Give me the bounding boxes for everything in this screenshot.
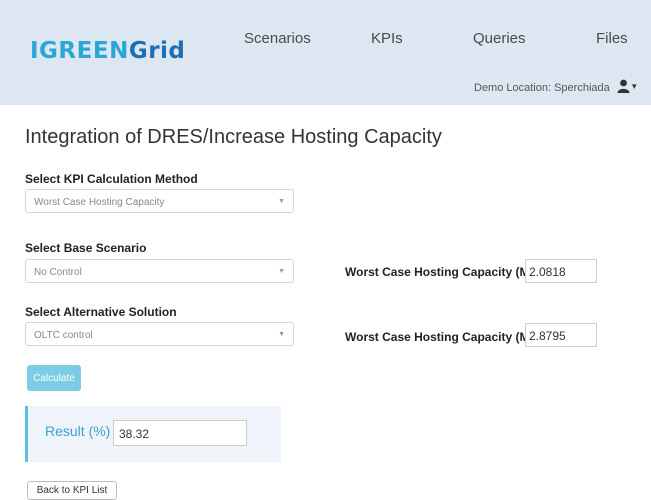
kpi-method-value: Worst Case Hosting Capacity <box>34 197 165 208</box>
chevron-down-icon: ▼ <box>278 331 285 338</box>
chevron-down-icon: ▼ <box>278 198 285 205</box>
igreengrid-logo[interactable]: IGREENGrid <box>30 36 185 66</box>
base-scenario-value: No Control <box>34 267 82 278</box>
nav-queries[interactable]: Queries <box>473 30 526 47</box>
nav-files[interactable]: Files <box>596 30 628 47</box>
base-scenario-label: Select Base Scenario <box>25 241 147 255</box>
alternative-solution-select[interactable]: OLTC control ▼ <box>25 322 294 346</box>
base-hosting-capacity-label: Worst Case Hosting Capacity (MW) <box>345 265 545 279</box>
caret-down-icon: ▾ <box>632 81 637 91</box>
chevron-down-icon: ▼ <box>278 268 285 275</box>
top-navbar: IGREENGrid Scenarios KPIs Queries Files … <box>0 0 651 105</box>
result-label: Result (%) <box>45 423 111 439</box>
alt-hosting-capacity-label: Worst Case Hosting Capacity (MW) <box>345 330 545 344</box>
base-hosting-capacity-field[interactable]: 2.0818 <box>525 259 597 283</box>
result-panel: Result (%) 38.32 <box>25 406 281 462</box>
demo-location: Demo Location: Sperchiada <box>474 82 610 94</box>
user-menu-toggle[interactable]: ▾ <box>617 79 641 95</box>
kpi-method-select[interactable]: Worst Case Hosting Capacity ▼ <box>25 189 294 213</box>
logo-text: IGREENGrid <box>30 38 186 64</box>
base-scenario-select[interactable]: No Control ▼ <box>25 259 294 283</box>
user-icon <box>617 79 630 93</box>
nav-scenarios[interactable]: Scenarios <box>244 30 311 47</box>
result-field[interactable]: 38.32 <box>113 420 247 446</box>
alt-hosting-capacity-field[interactable]: 2.8795 <box>525 323 597 347</box>
back-to-kpi-list-button[interactable]: Back to KPI List <box>27 481 117 500</box>
calculate-button[interactable]: Calculate <box>27 365 81 391</box>
kpi-method-label: Select KPI Calculation Method <box>25 172 198 186</box>
nav-kpis[interactable]: KPIs <box>371 30 403 47</box>
alternative-solution-value: OLTC control <box>34 330 93 341</box>
page-title: Integration of DRES/Increase Hosting Cap… <box>25 126 442 148</box>
alternative-solution-label: Select Alternative Solution <box>25 305 177 319</box>
